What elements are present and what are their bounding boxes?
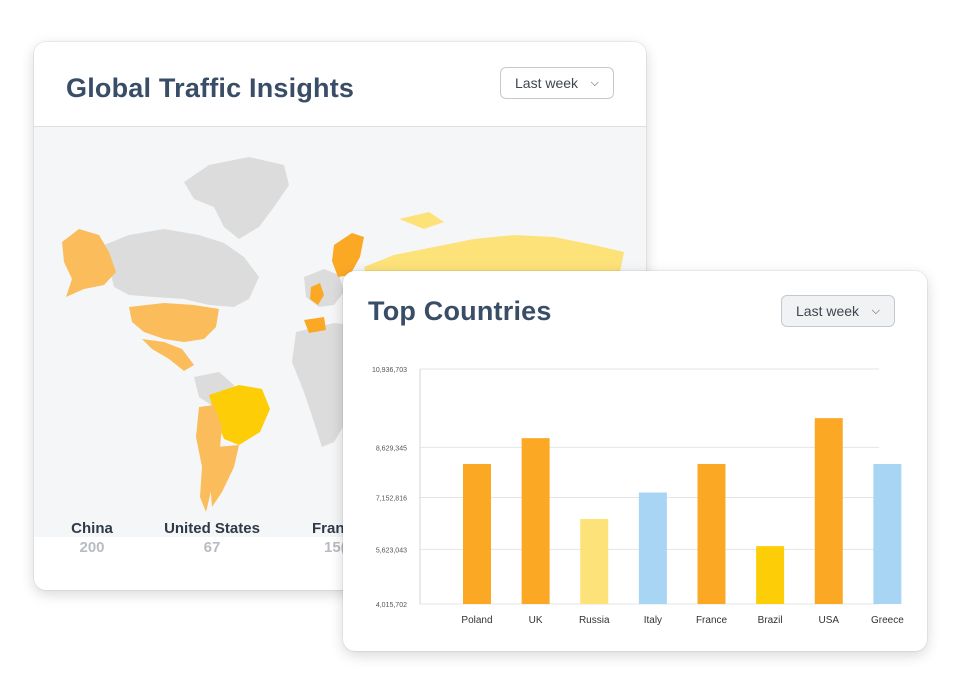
stat-country-label: United States bbox=[164, 520, 260, 537]
x-tick-label: France bbox=[696, 615, 728, 626]
top-countries-chart: 4,015,702 5,623,043 7,152,816 8,629,345 10,9… bbox=[343, 361, 927, 651]
bar-italy bbox=[638, 492, 667, 604]
stat-country-label: China bbox=[71, 520, 113, 537]
x-tick-label: Poland bbox=[461, 615, 492, 626]
bar-poland bbox=[463, 463, 491, 604]
top-countries-card: Top Countries Last week ⌵ 4,015,702 5,623… bbox=[343, 271, 927, 651]
y-tick-label: 7,152,816 bbox=[376, 495, 407, 502]
x-tick-label: Greece bbox=[871, 615, 904, 626]
chevron-down-icon: ⌵ bbox=[590, 76, 599, 89]
greenland-region bbox=[184, 157, 289, 239]
chevron-down-icon: ⌵ bbox=[871, 304, 880, 317]
stat-china: China 200 bbox=[64, 520, 120, 556]
x-tick-label: Russia bbox=[579, 615, 610, 626]
stat-value: 200 bbox=[79, 539, 105, 556]
y-tick-label: 5,623,043 bbox=[376, 547, 407, 554]
x-tick-label: Brazil bbox=[758, 615, 783, 626]
bar-russia bbox=[580, 518, 609, 604]
global-traffic-title: Global Traffic Insights bbox=[66, 73, 355, 103]
x-tick-label: Italy bbox=[644, 615, 662, 626]
mexico-region bbox=[142, 339, 194, 371]
bar-greece bbox=[873, 463, 902, 604]
bar-usa bbox=[814, 418, 843, 604]
y-tick-label: 10,936,703 bbox=[372, 367, 407, 374]
bar-uk bbox=[521, 438, 550, 604]
x-tick-label: USA bbox=[818, 615, 839, 626]
stat-united-states: United States 67 bbox=[162, 520, 262, 556]
global-period-dropdown[interactable]: Last week ⌵ bbox=[500, 67, 614, 99]
top-period-dropdown[interactable]: Last week ⌵ bbox=[781, 295, 895, 327]
bar-chart-svg: 4,015,702 5,623,043 7,152,816 8,629,345 10,9… bbox=[372, 367, 904, 626]
bar-france bbox=[697, 463, 726, 604]
arctic-islands bbox=[399, 212, 444, 229]
global-period-label: Last week bbox=[515, 75, 579, 91]
y-tick-label: 4,015,702 bbox=[376, 602, 407, 609]
x-tick-label: UK bbox=[529, 615, 543, 626]
top-period-label: Last week bbox=[796, 303, 860, 319]
canada-region bbox=[104, 229, 259, 307]
y-tick-label: 8,629,345 bbox=[376, 445, 407, 452]
stat-value: 67 bbox=[203, 539, 221, 556]
usa-region bbox=[129, 303, 219, 342]
bar-brazil bbox=[756, 546, 785, 604]
alaska-region bbox=[62, 229, 116, 297]
top-countries-title: Top Countries bbox=[368, 296, 552, 326]
